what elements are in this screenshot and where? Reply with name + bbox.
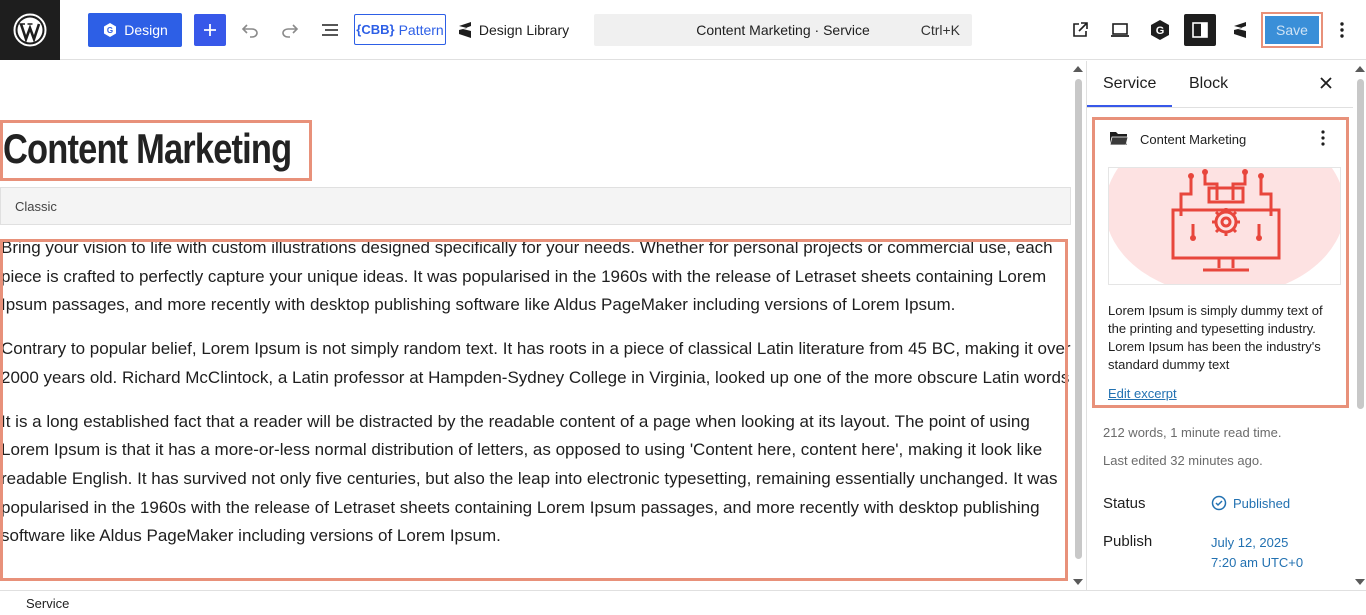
settings-sidebar: Service Block Content Marketing Lorem Ip… [1086, 61, 1366, 590]
g-plugin-button[interactable]: G [1146, 14, 1174, 46]
redo-button[interactable] [276, 14, 304, 46]
stackable-icon [1234, 22, 1246, 38]
undo-button[interactable] [236, 14, 264, 46]
list-view-button[interactable] [316, 14, 344, 46]
monitor-gear-illustration [1109, 168, 1340, 284]
list-view-icon [322, 24, 338, 36]
status-label: Status [1103, 495, 1146, 512]
undo-icon [241, 24, 258, 38]
save-button-highlight: Save [1261, 12, 1323, 48]
stackable-icon [458, 22, 471, 38]
add-block-button[interactable] [194, 14, 226, 46]
content-highlight [0, 239, 1068, 581]
scroll-up-arrow[interactable] [1355, 66, 1365, 72]
scroll-down-arrow[interactable] [1073, 579, 1083, 585]
card-title: Content Marketing [1140, 132, 1247, 147]
edit-excerpt-link[interactable]: Edit excerpt [1108, 386, 1177, 401]
publish-date-button[interactable]: July 12, 2025 7:20 am UTC+0 [1211, 533, 1303, 573]
close-sidebar-button[interactable] [1319, 73, 1333, 96]
sidebar-toggle-icon [1192, 22, 1208, 38]
sidebar-tabs: Service Block [1087, 61, 1353, 108]
svg-text:G: G [107, 26, 113, 35]
folder-icon [1109, 130, 1129, 151]
pattern-button[interactable]: {CBB} Pattern [354, 14, 446, 45]
block-breadcrumb: Service [0, 590, 1366, 615]
kebab-icon [1340, 22, 1344, 38]
redo-icon [282, 24, 299, 38]
kebab-icon [1321, 130, 1325, 146]
design-library-button[interactable]: Design Library [454, 14, 572, 46]
close-icon [1320, 77, 1332, 89]
editor-toolbar: G Design {CBB} Pattern Design Library Co… [0, 0, 1366, 60]
cbb-logo: {CBB} [356, 22, 395, 37]
word-count: 212 words, 1 minute read time. [1103, 425, 1282, 440]
last-edited: Last edited 32 minutes ago. [1103, 453, 1263, 468]
design-hexagon-icon: G [104, 23, 117, 37]
design-button[interactable]: G Design [88, 13, 182, 47]
pattern-button-label: Pattern [398, 21, 444, 38]
wordpress-logo-icon[interactable] [0, 0, 60, 60]
editor-canvas[interactable]: Content Marketing Classic Bring your vis… [0, 61, 1086, 590]
command-title: Content Marketing · Service [696, 22, 870, 38]
command-palette-bar[interactable]: Content Marketing · Service Ctrl+K [594, 14, 972, 46]
status-value: Published [1233, 495, 1291, 511]
stackable-settings-button[interactable] [1226, 14, 1254, 46]
check-circle-icon [1211, 495, 1227, 511]
design-button-label: Design [124, 22, 168, 38]
scroll-down-arrow[interactable] [1355, 579, 1365, 585]
scrollbar-thumb[interactable] [1075, 79, 1082, 559]
command-shortcut: Ctrl+K [920, 22, 960, 38]
plus-icon [204, 24, 216, 36]
publish-label: Publish [1103, 533, 1153, 550]
classic-block-toolbar[interactable]: Classic [0, 187, 1071, 225]
breadcrumb-item[interactable]: Service [26, 596, 69, 611]
scroll-up-arrow[interactable] [1073, 66, 1083, 72]
svg-text:G: G [1156, 25, 1165, 37]
g-logo-icon: G [1151, 20, 1169, 40]
classic-label: Classic [15, 199, 57, 214]
featured-image[interactable] [1108, 167, 1341, 285]
external-link-icon [1073, 22, 1088, 37]
publish-date: July 12, 2025 [1211, 535, 1289, 550]
view-post-button[interactable] [1066, 14, 1094, 46]
status-value-button[interactable]: Published [1211, 495, 1290, 511]
design-library-label: Design Library [478, 22, 570, 38]
card-options-button[interactable] [1315, 128, 1331, 148]
save-button[interactable]: Save [1265, 16, 1319, 44]
scrollbar-thumb[interactable] [1357, 79, 1364, 409]
excerpt-text: Lorem Ipsum is simply dummy text of the … [1108, 303, 1323, 372]
laptop-icon [1111, 23, 1129, 37]
post-summary-card: Content Marketing Lorem Ipsum is simply … [1092, 117, 1349, 408]
editor-scrollbar[interactable] [1071, 61, 1085, 590]
post-title[interactable]: Content Marketing [0, 120, 312, 181]
settings-sidebar-toggle[interactable] [1184, 14, 1216, 46]
options-menu-button[interactable] [1330, 14, 1354, 46]
post-title-text: Content Marketing [3, 125, 292, 172]
tab-service[interactable]: Service [1103, 75, 1156, 93]
tab-block[interactable]: Block [1189, 75, 1228, 93]
publish-time: 7:20 am UTC+0 [1211, 555, 1304, 570]
device-preview-button[interactable] [1106, 14, 1134, 46]
sidebar-scrollbar[interactable] [1353, 61, 1366, 590]
active-tab-indicator [1087, 105, 1172, 107]
